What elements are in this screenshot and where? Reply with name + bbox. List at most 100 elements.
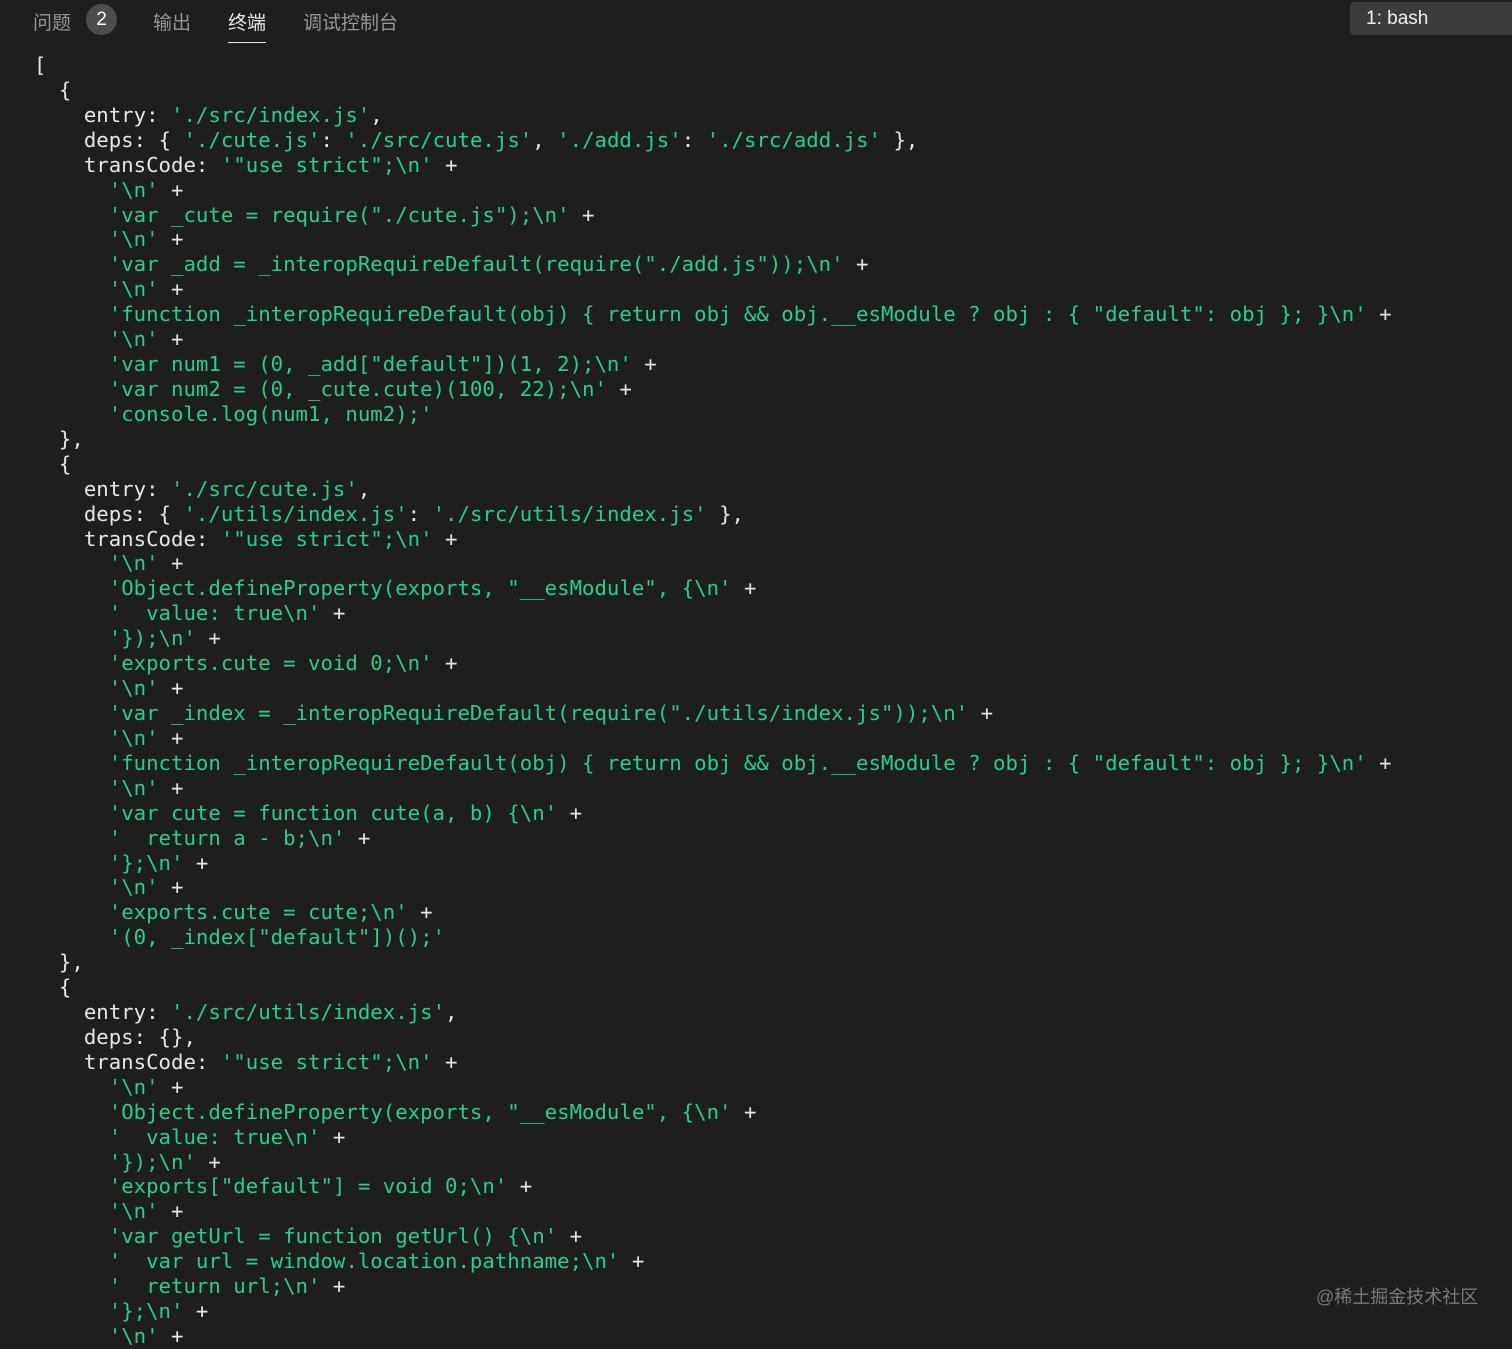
string-token: 'var num2 = (0, _cute.cute)(100, 22);\n' (108, 376, 607, 401)
code-token: }, (34, 950, 84, 975)
terminal-line: '\n' + (34, 875, 1392, 900)
terminal-line: 'function _interopRequireDefault(obj) { … (34, 302, 1392, 327)
terminal-line: '\n' + (34, 277, 1392, 302)
code-token: }, (34, 426, 84, 451)
code-token: + (1366, 302, 1392, 327)
string-token: '});\n' (108, 626, 196, 651)
string-token: 'Object.defineProperty(exports, "__esMod… (108, 1099, 732, 1124)
tab-problems-label: 问题 (33, 13, 72, 34)
terminal-line: '\n' + (34, 178, 1392, 203)
code-token: + (158, 775, 184, 800)
terminal-line: 'exports["default"] = void 0;\n' + (34, 1174, 1392, 1199)
code-token: + (557, 1224, 583, 1249)
code-token: + (606, 376, 632, 401)
code-token: { (34, 451, 72, 476)
code-token: transCode: (34, 1049, 221, 1074)
string-token: 'var _cute = require("./cute.js");\n' (108, 202, 570, 227)
string-token: '\n' (108, 551, 159, 576)
code-token: + (432, 651, 458, 676)
string-token: ' value: true\n' (108, 1124, 321, 1149)
string-token: 'console.log(num1, num2);' (108, 401, 433, 426)
terminal-line: ' value: true\n' + (34, 601, 1392, 626)
string-token: ' value: true\n' (108, 601, 321, 626)
terminal-line: { (34, 78, 1392, 103)
problems-count-badge: 2 (86, 4, 117, 35)
terminal-line: '(0, _index["default"])();' (34, 925, 1392, 950)
string-token: './src/cute.js' (345, 127, 533, 152)
terminal-line: ' var url = window.location.pathname;\n'… (34, 1249, 1392, 1274)
code-token: + (158, 227, 184, 252)
terminal-line: 'var _index = _interopRequireDefault(req… (34, 701, 1392, 726)
terminal-line: transCode: '"use strict";\n' + (34, 527, 1392, 552)
string-token: 'exports.cute = void 0;\n' (108, 651, 433, 676)
terminal-line: ' value: true\n' + (34, 1125, 1392, 1150)
string-token: '};\n' (108, 850, 184, 875)
string-token: './src/utils/index.js' (432, 501, 707, 526)
code-token: , (370, 102, 383, 127)
code-token: }, (881, 127, 919, 152)
terminal-selector-value: 1: bash (1366, 8, 1429, 29)
code-token: + (320, 1274, 346, 1299)
terminal-line: entry: './src/cute.js', (34, 477, 1392, 502)
terminal-line: '\n' + (34, 551, 1392, 576)
string-token: '\n' (108, 177, 159, 202)
code-token: entry: (34, 1000, 172, 1025)
terminal-line: '};\n' + (34, 851, 1392, 876)
terminal-line: deps: { './cute.js': './src/cute.js', '.… (34, 128, 1392, 153)
terminal-line: 'var _cute = require("./cute.js");\n' + (34, 203, 1392, 228)
tab-debug-console[interactable]: 调试控制台 (303, 8, 398, 35)
tab-terminal[interactable]: 终端 (228, 8, 267, 43)
code-token: + (195, 626, 221, 651)
code-token: + (183, 850, 209, 875)
code-token: deps: { (34, 127, 184, 152)
string-token: './src/utils/index.js' (171, 1000, 446, 1025)
code-token: + (158, 277, 184, 302)
terminal-line: '\n' + (34, 1199, 1392, 1224)
string-token: '"use strict";\n' (220, 152, 433, 177)
tab-problems[interactable]: 问题 (33, 8, 71, 35)
terminal-line: [ (34, 53, 1392, 78)
terminal-line: '});\n' + (34, 626, 1392, 651)
string-token: 'exports["default"] = void 0;\n' (108, 1174, 508, 1199)
terminal-line: 'var num2 = (0, _cute.cute)(100, 22);\n'… (34, 377, 1392, 402)
code-token: + (569, 202, 595, 227)
code-token: : (320, 127, 346, 152)
string-token: ' var url = window.location.pathname;\n' (108, 1249, 620, 1274)
string-token: '};\n' (108, 1299, 184, 1324)
code-token: + (158, 676, 184, 701)
code-token: + (158, 875, 184, 900)
string-token: '\n' (108, 227, 159, 252)
terminal-line: '\n' + (34, 1324, 1392, 1349)
terminal-line: }, (34, 427, 1392, 452)
terminal-line: entry: './src/utils/index.js', (34, 1000, 1392, 1025)
terminal-selector[interactable]: 1: bash (1350, 2, 1512, 35)
string-token: '\n' (108, 1324, 159, 1349)
code-token: deps: { (34, 501, 184, 526)
code-token: + (432, 526, 458, 551)
code-token: { (34, 975, 72, 1000)
code-token: transCode: (34, 152, 221, 177)
string-token: 'function _interopRequireDefault(obj) { … (108, 750, 1367, 775)
terminal-line: 'var num1 = (0, _add["default"])(1, 2);\… (34, 352, 1392, 377)
tab-output[interactable]: 输出 (153, 8, 191, 35)
code-token: { (34, 77, 72, 102)
code-token: + (195, 1149, 221, 1174)
string-token: ' return url;\n' (108, 1274, 321, 1299)
code-token: transCode: (34, 526, 221, 551)
terminal-line: entry: './src/index.js', (34, 103, 1392, 128)
string-token: 'var getUrl = function getUrl() {\n' (108, 1224, 558, 1249)
terminal-line: '\n' + (34, 1075, 1392, 1100)
terminal-output[interactable]: [ { entry: './src/index.js', deps: { './… (34, 53, 1392, 1349)
